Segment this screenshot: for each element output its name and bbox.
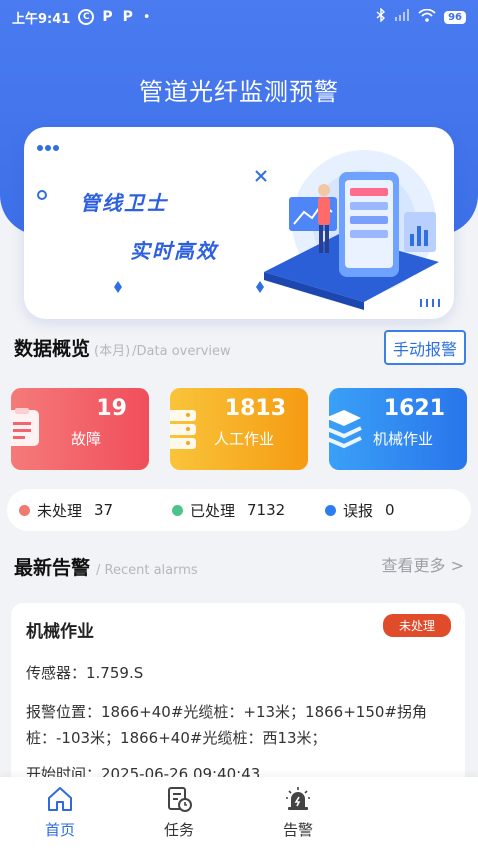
clipboard-icon [11,408,43,452]
status-processed[interactable]: 已处理 7132 [172,500,285,521]
alarms-title: 最新告警 [14,557,91,579]
alarm-location: 报警位置：1866+40#光缆桩：+13米；1866+150#拐角桩：-103米… [26,703,427,747]
manual-work-count: 1813 [224,396,286,421]
hero-banner[interactable]: 管线卫士 实时高效 [24,127,454,319]
page-title: 管道光纤监测预警 [139,78,339,106]
alarm-light-icon [286,787,310,810]
app-notification-icon: C [78,9,95,25]
machine-work-label: 机械作业 [373,430,434,448]
fault-stat-card[interactable]: 19 故障 [11,388,149,470]
tab-tasks[interactable]: 任务 [139,785,219,840]
tab-alarms[interactable]: 告警 [258,785,338,840]
banner-line1: 管线卫士 [80,191,168,215]
bluetooth-icon [376,7,386,26]
task-clock-icon [168,787,192,812]
alarms-header: 最新告警 / Recent alarms [14,553,198,580]
unprocessed-label: 未处理 [37,501,83,520]
overview-header: 数据概览 (本月) /Data overview [14,334,231,361]
alarm-card[interactable]: 机械作业 未处理 传感器：1.759.S 报警位置：1866+40#光缆桩：+1… [11,603,465,793]
status-bar: 上午9:41 C P P • 96 [0,0,478,34]
more-notifications-icon: • [142,9,151,25]
processed-dot [172,504,183,516]
alarm-type: 机械作业 [26,622,94,642]
server-stack-icon [170,408,202,454]
overview-period: (本月) [94,344,131,359]
machine-work-count: 1621 [383,396,445,421]
alarm-status-badge: 未处理 [382,614,451,637]
processed-label: 已处理 [190,501,236,520]
alarm-sensor: 传感器：1.759.S [26,664,144,682]
phone-illustration [264,150,439,310]
false-alarm-dot [325,504,336,516]
processing-status-row: 未处理 37 已处理 7132 误报 0 [7,489,471,531]
wifi-icon [418,8,436,26]
manual-work-stat-card[interactable]: 1813 人工作业 [170,388,308,470]
tab-home[interactable]: 首页 [20,785,100,840]
fault-count: 19 [96,396,127,421]
view-more-link[interactable]: 查看更多 > [382,552,465,576]
processed-count: 7132 [247,501,286,519]
machine-work-stat-card[interactable]: 1621 机械作业 [329,388,467,470]
unprocessed-dot [19,504,30,516]
status-time: 上午9:41 [12,11,71,27]
overview-subtitle: /Data overview [132,344,231,359]
unprocessed-count: 37 [94,501,114,519]
home-icon [48,787,72,811]
manual-work-label: 人工作业 [214,430,275,448]
tab-tasks-label: 任务 [163,821,194,839]
fault-label: 故障 [71,430,102,448]
banner-line2: 实时高效 [130,239,218,263]
status-unprocessed[interactable]: 未处理 37 [19,500,113,521]
tab-home-label: 首页 [44,821,75,839]
status-false-alarm[interactable]: 误报 0 [325,500,395,521]
layers-icon [329,408,363,454]
false-alarm-label: 误报 [343,501,374,520]
manual-alarm-button[interactable]: 手动报警 [384,330,466,365]
tab-alarms-label: 告警 [282,821,313,839]
alarms-subtitle: / Recent alarms [96,563,198,578]
bottom-tab-bar: 首页 任务 告警 [0,777,478,850]
overview-title: 数据概览 [14,338,91,360]
parking-app-icon: P [102,9,113,25]
signal-icon [394,9,410,25]
false-alarm-count: 0 [385,501,395,519]
battery-indicator: 96 [444,10,466,24]
parking-app-icon: P [122,9,133,25]
